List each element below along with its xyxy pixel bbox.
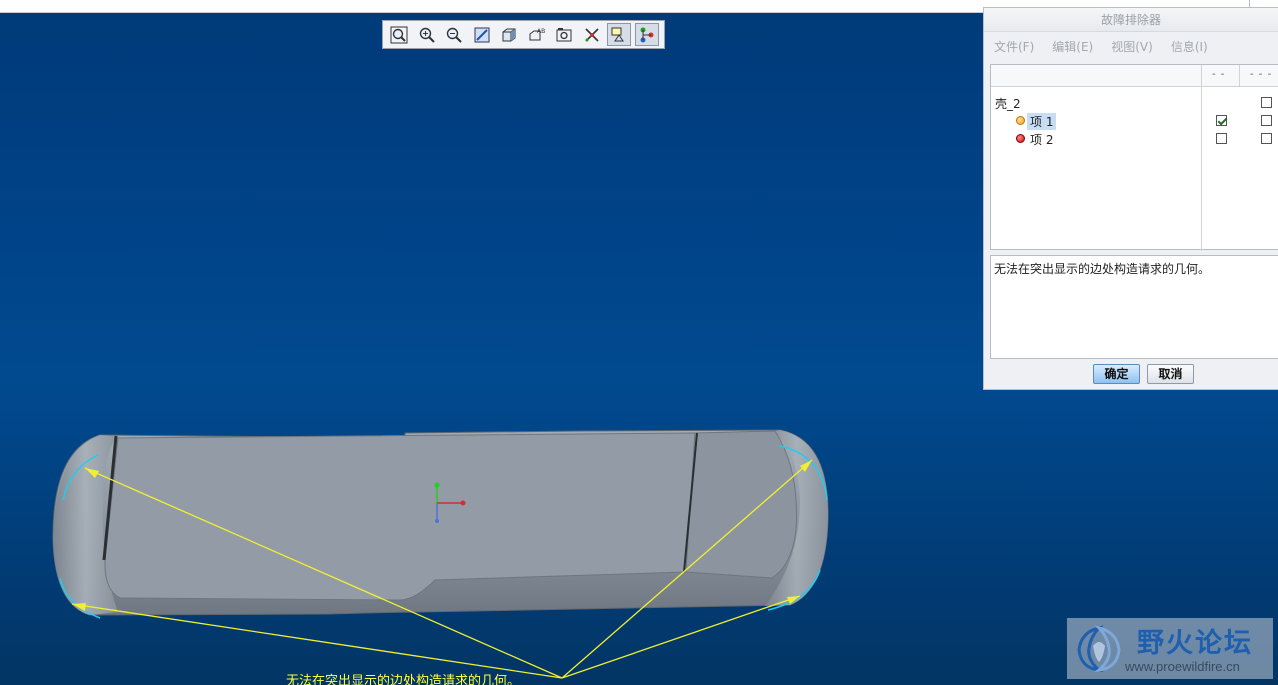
item-2-checkbox-2[interactable] [1261, 133, 1272, 144]
zoom-in-icon [419, 27, 435, 43]
view-manager-icon: AB [529, 28, 545, 40]
menu-info[interactable]: 信息(I) [1171, 38, 1208, 55]
zoom-fit-icon [390, 26, 408, 43]
datum-display-button[interactable] [580, 23, 604, 46]
root-checkbox-2[interactable] [1261, 97, 1272, 108]
tree-root-label: 壳_2 [995, 97, 1021, 111]
menu-file[interactable]: 文件(F) [994, 38, 1034, 55]
column-header-2[interactable]: - - - [1250, 69, 1272, 80]
item-2-checkbox-1[interactable] [1216, 133, 1227, 144]
tree-column-divider-1 [1201, 65, 1202, 251]
spin-center-button[interactable] [634, 23, 659, 46]
svg-text:AB: AB [537, 28, 545, 35]
zoom-in-button[interactable] [415, 23, 439, 46]
warning-status-icon [1016, 116, 1025, 125]
tree-item-1-label: 项 1 [1027, 113, 1057, 130]
column-header-1[interactable]: - - [1212, 69, 1225, 80]
item-1-checkbox-1[interactable] [1216, 115, 1227, 126]
annotation-icon [611, 27, 624, 41]
watermark-brand: 野火论坛 [1137, 628, 1253, 659]
menu-view[interactable]: 视图(V) [1111, 38, 1153, 55]
repaint-button[interactable] [470, 23, 494, 46]
message-area: 无法在突出显示的边处构造请求的几何。 [990, 255, 1278, 359]
dialog-title: 故障排除器 [984, 8, 1278, 32]
tree-root-row[interactable]: 壳_2 [991, 94, 1278, 112]
tree-item-2[interactable]: 项 2 [991, 130, 1278, 148]
view-manager-button[interactable]: AB [525, 23, 549, 46]
ok-button[interactable]: 确定 [1093, 364, 1140, 384]
tree-item-1[interactable]: 项 1 [991, 112, 1278, 130]
zoom-out-icon [446, 27, 462, 43]
cancel-button[interactable]: 取消 [1147, 364, 1194, 384]
fire-logo-icon [1077, 625, 1121, 673]
item-tree[interactable]: - - - - - 壳_2 项 1 项 2 [990, 64, 1278, 251]
datum-display-icon [584, 27, 599, 42]
graphics-status-message: 无法在突出显示的边处构造请求的几何。 [286, 674, 521, 685]
item-1-checkbox-2[interactable] [1261, 115, 1272, 126]
tree-column-divider-2 [1239, 65, 1240, 87]
watermark-url: www.proewildfire.cn [1125, 659, 1240, 674]
zoom-out-button[interactable] [442, 23, 466, 46]
tree-item-2-label: 项 2 [1030, 133, 1054, 147]
error-status-icon [1016, 134, 1025, 143]
message-text: 无法在突出显示的边处构造请求的几何。 [994, 262, 1211, 276]
menu-edit[interactable]: 编辑(E) [1052, 38, 1093, 55]
repaint-icon [474, 27, 489, 42]
troubleshooter-dialog: 故障排除器 文件(F) 编辑(E) 视图(V) 信息(I) - - - - - … [983, 7, 1278, 390]
shading-button[interactable] [497, 23, 521, 46]
zoom-fit-button[interactable] [387, 23, 411, 46]
view-toolbar: AB [382, 20, 665, 49]
annotation-button[interactable] [607, 23, 631, 46]
saved-views-icon [556, 27, 572, 41]
dialog-menubar: 文件(F) 编辑(E) 视图(V) 信息(I) [984, 32, 1278, 60]
spin-center-icon [640, 27, 653, 42]
forum-watermark: 野火论坛 www.proewildfire.cn [1067, 618, 1273, 679]
shading-icon [502, 28, 516, 41]
tree-header: - - - - - [991, 65, 1278, 251]
top-face [104, 432, 696, 601]
saved-views-button[interactable] [552, 23, 576, 46]
